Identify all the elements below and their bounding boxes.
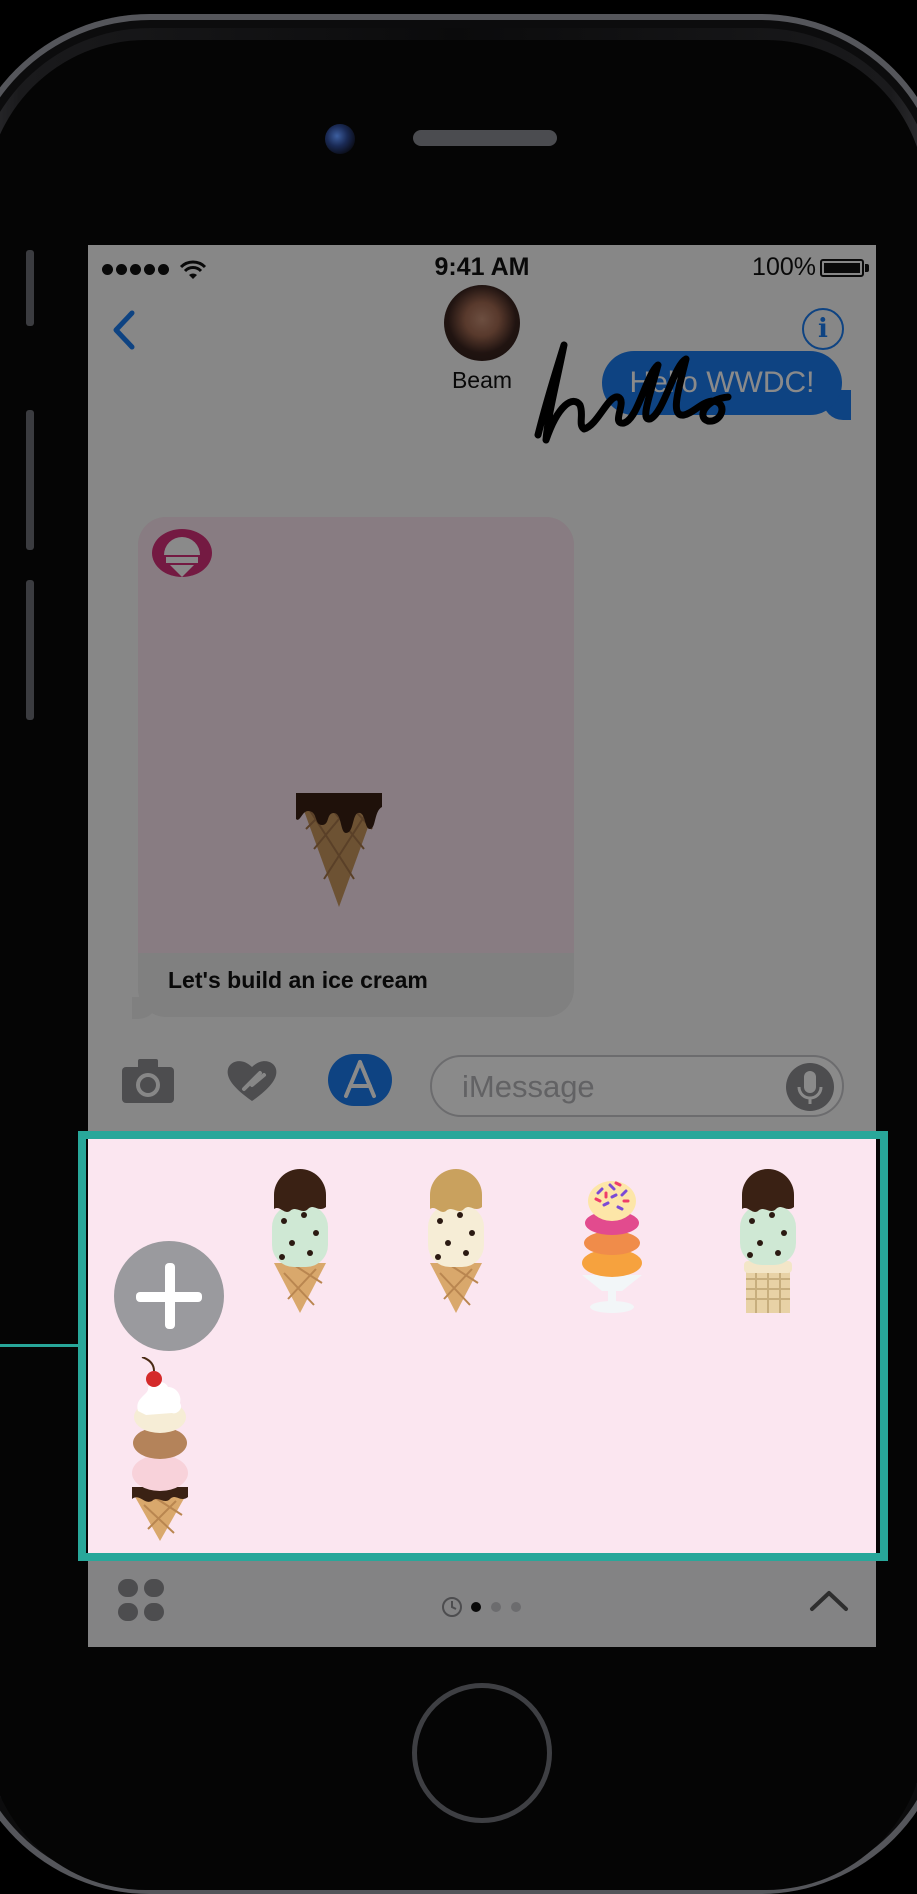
dim-overlay-top	[88, 245, 876, 1135]
dim-overlay-bottom	[88, 1555, 876, 1647]
volume-down-button	[26, 580, 34, 720]
home-button[interactable]	[412, 1683, 552, 1823]
callout-line	[0, 1344, 80, 1347]
volume-up-button	[26, 410, 34, 550]
front-camera	[325, 124, 355, 154]
sticker-drawer-highlight	[78, 1131, 888, 1561]
mute-switch	[26, 250, 34, 326]
earpiece-speaker	[413, 130, 557, 146]
